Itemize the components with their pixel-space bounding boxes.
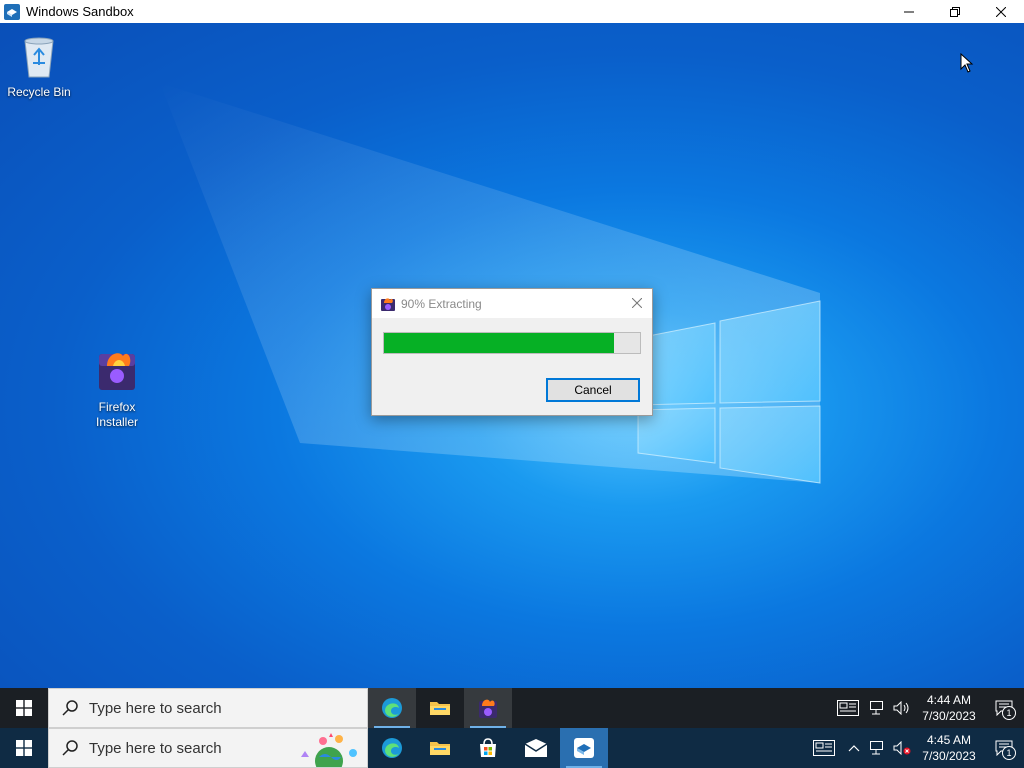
taskbar-app-mail[interactable]	[512, 728, 560, 768]
restore-button[interactable]	[932, 0, 978, 23]
notification-count-badge: 1	[1002, 706, 1016, 720]
progress-fill	[384, 333, 615, 353]
start-button[interactable]	[0, 688, 48, 728]
desktop-icon-recycle-bin[interactable]: Recycle Bin	[1, 31, 77, 100]
taskbar-app-microsoft-store[interactable]	[464, 728, 512, 768]
volume-icon	[893, 701, 909, 715]
taskbar-app-edge[interactable]	[368, 728, 416, 768]
firefox-installer-small-icon	[381, 297, 395, 311]
windows-start-icon	[16, 700, 32, 716]
edge-icon	[382, 738, 402, 758]
clock-time: 4:45 AM	[926, 733, 972, 747]
desktop-icon-firefox-installer[interactable]: Firefox Installer	[79, 346, 155, 430]
volume-muted-icon	[893, 741, 911, 755]
host-taskbar: Type here to search 4:45 AM 7/30/2023 1	[0, 728, 1024, 768]
dialog-title: 90% Extracting	[401, 296, 482, 311]
dialog-close-button[interactable]	[628, 294, 646, 312]
edge-icon	[382, 698, 402, 718]
sandbox-app-icon	[4, 3, 20, 20]
cancel-button[interactable]: Cancel	[546, 378, 640, 402]
clock[interactable]: 4:44 AM 7/30/2023	[918, 692, 980, 724]
show-hidden-icons-button[interactable]	[842, 728, 866, 768]
taskbar-app-file-explorer[interactable]	[416, 688, 464, 728]
volume-button[interactable]	[890, 728, 914, 768]
firefox-installer-icon	[479, 699, 497, 718]
window-title: Windows Sandbox	[26, 4, 134, 19]
sandbox-titlebar: Windows Sandbox	[0, 0, 1024, 23]
microsoft-store-icon	[480, 738, 496, 757]
mail-icon	[524, 739, 548, 757]
search-placeholder: Type here to search	[89, 739, 222, 757]
search-placeholder: Type here to search	[89, 699, 222, 717]
search-icon	[62, 740, 78, 756]
news-widget-button[interactable]	[806, 728, 842, 768]
network-button[interactable]	[866, 728, 890, 768]
network-button[interactable]	[866, 688, 890, 728]
minimize-icon	[904, 11, 914, 12]
taskbar-app-windows-sandbox[interactable]	[560, 728, 608, 768]
start-button[interactable]	[0, 728, 48, 768]
search-highlight-globe-icon	[301, 733, 357, 767]
taskbar-app-edge[interactable]	[368, 688, 416, 728]
recycle-bin-icon	[24, 37, 54, 78]
chevron-up-icon	[848, 745, 860, 752]
news-widget-button[interactable]	[830, 688, 866, 728]
sandbox-taskbar: Type here to search 4:44 AM 7/30/2023 1	[0, 688, 1024, 728]
action-center-button[interactable]: 1	[984, 688, 1024, 728]
action-center-button[interactable]: 1	[984, 728, 1024, 768]
minimize-button[interactable]	[886, 0, 932, 23]
windows-logo-wallpaper	[637, 300, 821, 484]
network-icon	[870, 741, 883, 755]
restore-icon	[950, 6, 960, 17]
taskbar-search-box[interactable]: Type here to search	[48, 728, 368, 768]
volume-button[interactable]	[890, 688, 914, 728]
close-icon	[996, 6, 1006, 17]
desktop-icon-label: Recycle Bin	[7, 85, 71, 99]
dialog-titlebar: 90% Extracting	[372, 289, 652, 318]
news-icon	[837, 700, 859, 716]
extraction-progress-bar	[383, 332, 641, 354]
taskbar-search-box[interactable]: Type here to search	[48, 688, 368, 728]
mouse-cursor-icon	[960, 53, 974, 73]
news-icon	[813, 740, 835, 756]
search-icon	[62, 700, 78, 716]
close-icon	[632, 298, 642, 308]
windows-start-icon	[16, 740, 32, 756]
file-explorer-icon	[430, 742, 450, 755]
file-explorer-icon	[430, 702, 450, 715]
network-icon	[870, 701, 883, 715]
extracting-dialog: 90% Extracting Cancel	[371, 288, 653, 416]
taskbar-app-firefox-installer[interactable]	[464, 688, 512, 728]
clock-time: 4:44 AM	[926, 693, 972, 707]
sandbox-icon	[574, 738, 594, 758]
desktop-icon-label: Firefox Installer	[95, 400, 139, 429]
clock-date: 7/30/2023	[922, 709, 976, 723]
clock[interactable]: 4:45 AM 7/30/2023	[918, 732, 980, 764]
system-tray: 4:45 AM 7/30/2023 1	[806, 728, 1024, 768]
firefox-installer-icon	[99, 353, 135, 390]
notification-count-badge: 1	[1002, 746, 1016, 760]
close-button[interactable]	[978, 0, 1024, 23]
taskbar-app-file-explorer[interactable]	[416, 728, 464, 768]
clock-date: 7/30/2023	[922, 749, 976, 763]
system-tray: 4:44 AM 7/30/2023 1	[830, 688, 1024, 728]
